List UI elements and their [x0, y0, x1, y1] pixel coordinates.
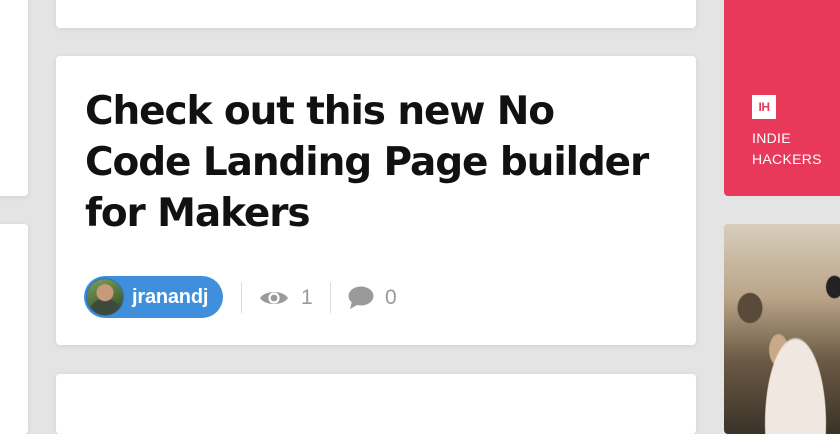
ad-line-1: INDIE: [752, 130, 791, 146]
ad-line-2: HACKERS: [752, 151, 822, 167]
comments-stat[interactable]: 0: [348, 283, 397, 313]
previous-post-card: [56, 0, 696, 28]
avatar: [86, 278, 124, 316]
eye-icon: [259, 288, 289, 308]
divider: [241, 282, 242, 313]
post-title[interactable]: Check out this new No Code Landing Page …: [85, 86, 665, 239]
comments-count: 0: [385, 286, 397, 309]
next-post-card: [56, 374, 696, 434]
views-stat: 1: [259, 283, 313, 313]
next-card-left: [0, 224, 28, 434]
comment-icon: [348, 286, 374, 310]
indie-hackers-logo: IH: [752, 95, 776, 119]
author-pill[interactable]: jranandj: [84, 276, 223, 318]
views-count: 1: [301, 286, 313, 309]
author-username: jranandj: [132, 285, 209, 308]
divider: [330, 282, 331, 313]
sidebar-photo[interactable]: [724, 224, 840, 434]
previous-card-left: [0, 0, 28, 196]
